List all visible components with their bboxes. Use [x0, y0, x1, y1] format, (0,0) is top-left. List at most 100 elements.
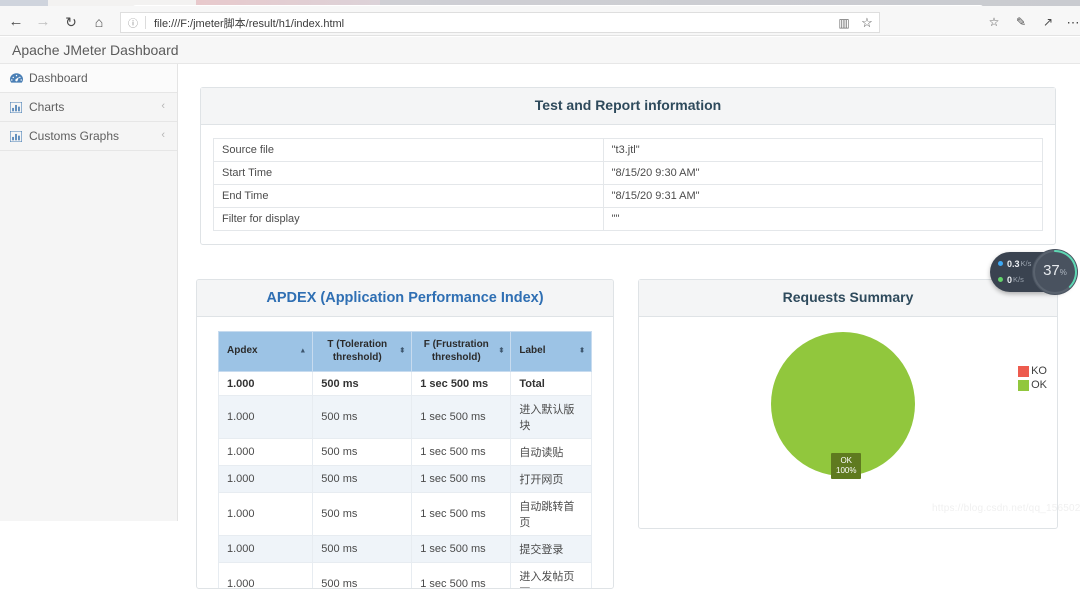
sidebar-item-charts[interactable]: Charts ‹	[0, 93, 177, 122]
web-notes-icon[interactable]: ✎	[1010, 13, 1032, 32]
sort-icon[interactable]: ▲	[299, 347, 306, 356]
column-label: Apdex	[227, 345, 258, 356]
legend-label: KO	[1029, 365, 1047, 377]
app-header: Apache JMeter Dashboard	[0, 37, 1080, 64]
cpu-usage-gauge[interactable]: 37%	[1032, 249, 1078, 295]
upload-speed-unit: K/s	[1020, 259, 1032, 268]
label-cell: Total	[511, 372, 592, 396]
table-head: Apdex ▲ T (Toleration threshold) ⬍ F (Fr…	[219, 332, 592, 372]
table-row[interactable]: 1.000500 ms1 sec 500 ms自动跳转首页	[219, 493, 592, 536]
apdex-cell: 1.000	[219, 536, 313, 563]
card-header: APDEX (Application Performance Index)	[197, 280, 613, 317]
toleration-cell: 500 ms	[313, 536, 412, 563]
main-content: Test and Report information Source file"…	[178, 64, 1080, 521]
favorites-hub-icon[interactable]: ☆	[983, 13, 1005, 32]
reading-view-icon[interactable]: ▥	[833, 16, 855, 30]
site-info-icon[interactable]: ⓘ	[121, 15, 145, 30]
card-header: Test and Report information	[201, 88, 1055, 125]
table-row[interactable]: 1.000500 ms1 sec 500 msTotal	[219, 372, 592, 396]
info-key: End Time	[214, 185, 604, 208]
sort-icon[interactable]: ⬍	[399, 347, 405, 356]
add-favorite-icon[interactable]: ☆	[855, 15, 879, 31]
table-row: End Time"8/15/20 9:31 AM"	[214, 185, 1043, 208]
frustration-cell: 1 sec 500 ms	[412, 563, 511, 589]
upload-speed-value: 0.3	[1007, 259, 1020, 269]
pie-slice-tooltip: OK 100%	[831, 453, 861, 479]
more-options-icon[interactable]: ⋯	[1062, 13, 1080, 32]
toleration-cell: 500 ms	[313, 372, 412, 396]
table-row[interactable]: 1.000500 ms1 sec 500 ms提交登录	[219, 536, 592, 563]
label-cell: 自动读贴	[511, 439, 592, 466]
info-key: Filter for display	[214, 208, 604, 231]
toleration-cell: 500 ms	[313, 563, 412, 589]
sidebar-item-dashboard[interactable]: Dashboard	[0, 64, 177, 93]
test-report-info-card: Test and Report information Source file"…	[200, 87, 1056, 245]
table-row[interactable]: 1.000500 ms1 sec 500 ms进入默认版块	[219, 396, 592, 439]
forward-icon[interactable]: →	[32, 12, 54, 32]
legend-swatch	[1018, 380, 1029, 391]
test-report-info-table: Source file"t3.jtl"Start Time"8/15/20 9:…	[213, 138, 1043, 231]
home-icon[interactable]: ⌂	[88, 12, 110, 32]
frustration-cell: 1 sec 500 ms	[412, 396, 511, 439]
tooltip-value: 100%	[836, 466, 856, 476]
column-header-label[interactable]: Label ⬍	[511, 332, 592, 372]
sidebar-item-label: Customs Graphs	[27, 129, 119, 143]
apdex-cell: 1.000	[219, 563, 313, 589]
toleration-cell: 500 ms	[313, 396, 412, 439]
url-text[interactable]: file:///F:/jmeter脚本/result/h1/index.html	[146, 15, 833, 31]
column-label: F (Frustration threshold)	[424, 339, 489, 363]
sidebar-item-customs-graphs[interactable]: Customs Graphs ‹	[0, 122, 177, 151]
upload-indicator-icon	[998, 261, 1003, 266]
download-speed-unit: K/s	[1012, 275, 1024, 284]
card-title: Test and Report information	[535, 97, 721, 113]
label-cell: 进入发帖页面	[511, 563, 592, 589]
info-value: ""	[603, 208, 1042, 231]
sort-icon[interactable]: ⬍	[498, 347, 504, 356]
toleration-cell: 500 ms	[313, 466, 412, 493]
legend-item-ok[interactable]: OK	[1018, 379, 1047, 391]
label-cell: 提交登录	[511, 536, 592, 563]
browser-toolbar: ← → ↻ ⌂ ⓘ file:///F:/jmeter脚本/result/h1/…	[0, 6, 1080, 36]
bar-chart-icon	[10, 131, 27, 142]
info-value: "t3.jtl"	[603, 139, 1042, 162]
frustration-cell: 1 sec 500 ms	[412, 466, 511, 493]
table-row: Start Time"8/15/20 9:30 AM"	[214, 162, 1043, 185]
sidebar-item-label: Charts	[27, 100, 64, 114]
column-label: Label	[519, 345, 545, 356]
legend-item-ko[interactable]: KO	[1018, 365, 1047, 377]
toleration-cell: 500 ms	[313, 439, 412, 466]
back-icon[interactable]: ←	[5, 12, 27, 32]
sidebar-item-label: Dashboard	[27, 71, 88, 85]
column-header-apdex[interactable]: Apdex ▲	[219, 332, 313, 372]
gauge-unit: %	[1060, 268, 1067, 277]
chevron-left-icon: ‹	[161, 100, 165, 112]
frustration-cell: 1 sec 500 ms	[412, 536, 511, 563]
network-speed-widget[interactable]: 0.3 K/s 0 K/s 37%	[990, 252, 1074, 292]
label-cell: 自动跳转首页	[511, 493, 592, 536]
column-header-frustration[interactable]: F (Frustration threshold) ⬍	[412, 332, 511, 372]
table-header-row: Apdex ▲ T (Toleration threshold) ⬍ F (Fr…	[219, 332, 592, 372]
column-label: T (Toleration threshold)	[327, 339, 387, 363]
share-icon[interactable]: ↗	[1037, 13, 1059, 32]
table-row[interactable]: 1.000500 ms1 sec 500 ms进入发帖页面	[219, 563, 592, 589]
label-cell: 打开网页	[511, 466, 592, 493]
download-indicator-icon	[998, 277, 1003, 282]
table-row[interactable]: 1.000500 ms1 sec 500 ms自动读贴	[219, 439, 592, 466]
bar-chart-icon	[10, 102, 27, 113]
apdex-card: APDEX (Application Performance Index) Ap…	[196, 279, 614, 589]
apdex-cell: 1.000	[219, 466, 313, 493]
frustration-cell: 1 sec 500 ms	[412, 439, 511, 466]
table-body: Source file"t3.jtl"Start Time"8/15/20 9:…	[214, 139, 1043, 231]
table-row: Source file"t3.jtl"	[214, 139, 1043, 162]
address-bar[interactable]: ⓘ file:///F:/jmeter脚本/result/h1/index.ht…	[120, 12, 880, 33]
column-header-toleration[interactable]: T (Toleration threshold) ⬍	[313, 332, 412, 372]
table-row[interactable]: 1.000500 ms1 sec 500 ms打开网页	[219, 466, 592, 493]
watermark: https://blog.csdn.net/qq_15650277	[932, 503, 1080, 514]
sort-icon[interactable]: ⬍	[579, 347, 585, 356]
apdex-table: Apdex ▲ T (Toleration threshold) ⬍ F (Fr…	[218, 331, 592, 589]
tooltip-label: OK	[836, 456, 856, 466]
reload-icon[interactable]: ↻	[60, 12, 82, 32]
requests-summary-card: Requests Summary OK 100% KO OK	[638, 279, 1058, 529]
apdex-cell: 1.000	[219, 396, 313, 439]
apdex-cell: 1.000	[219, 493, 313, 536]
